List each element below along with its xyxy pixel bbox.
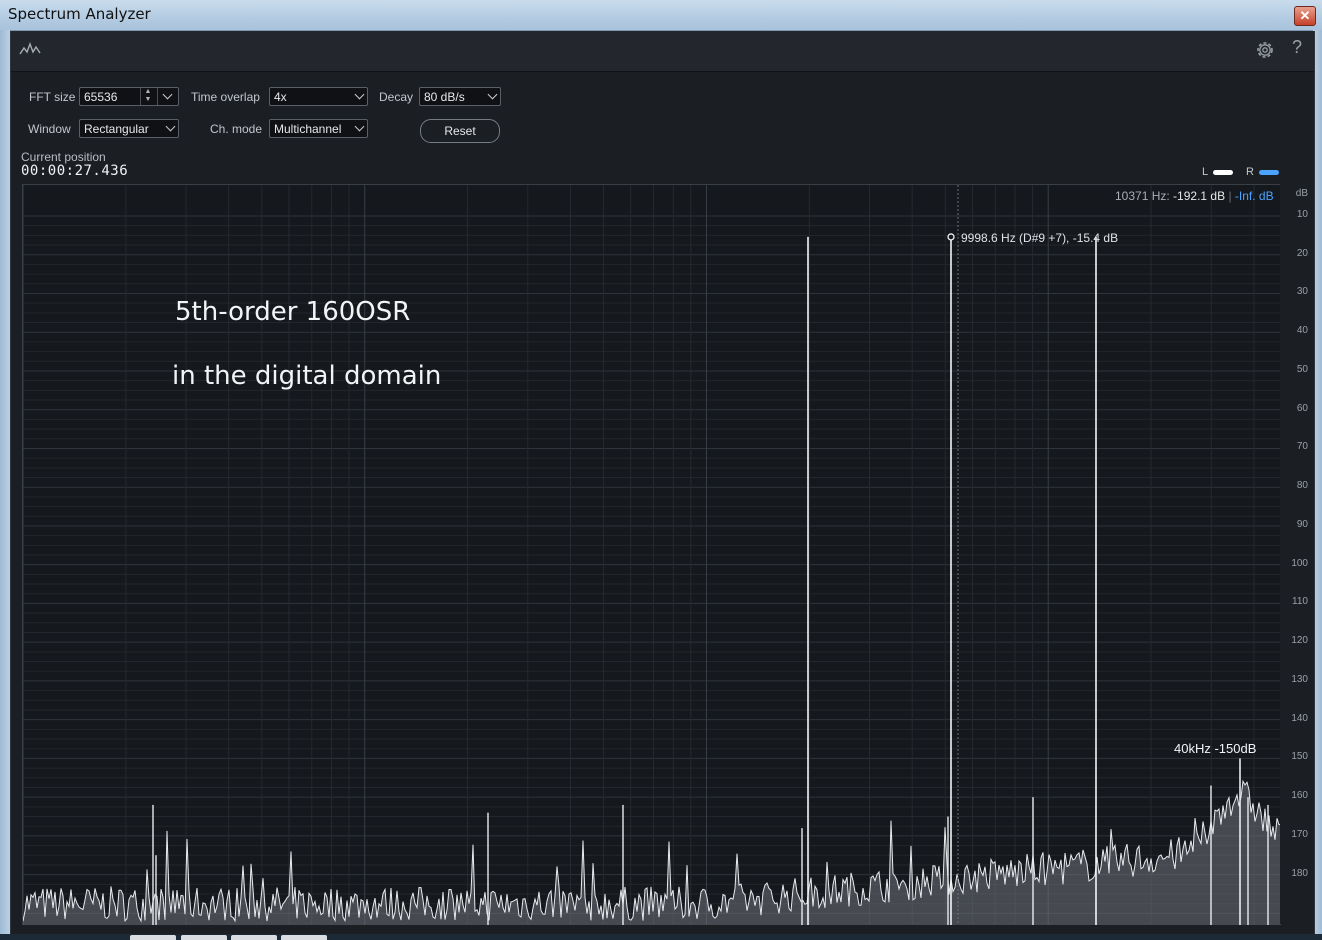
decay-value: 80 dB/s <box>424 90 465 104</box>
peak-marker <box>947 233 955 241</box>
window-title: Spectrum Analyzer <box>8 5 151 23</box>
readout-freq: 10371 Hz: <box>1115 189 1170 203</box>
db-tick-label: 150 <box>1291 751 1308 763</box>
chevron-down-icon[interactable] <box>157 88 178 105</box>
chevron-down-icon <box>354 121 365 132</box>
ch-mode-select[interactable]: Multichannel <box>269 119 368 138</box>
decay-select[interactable]: 80 dB/s <box>419 87 501 106</box>
chevron-down-icon <box>354 89 365 100</box>
fft-size-value: 65536 <box>84 90 118 104</box>
chevron-down-icon <box>165 121 176 132</box>
db-tick-label: 60 <box>1296 402 1308 414</box>
current-position-label: Current position <box>21 150 106 164</box>
spectrum-canvas <box>23 185 1281 925</box>
time-overlap-value: 4x <box>274 90 287 104</box>
db-tick-label: 10 <box>1296 208 1308 220</box>
db-tick-label: 110 <box>1292 596 1308 608</box>
window-select[interactable]: Rectangular <box>79 119 179 138</box>
db-tick-label: 180 <box>1291 867 1308 879</box>
legend-left-label: L <box>1202 166 1209 178</box>
window-label: Window <box>28 122 71 136</box>
window-value: Rectangular <box>84 122 149 136</box>
db-tick-label: 160 <box>1291 790 1308 802</box>
ch-mode-label: Ch. mode <box>210 122 263 136</box>
db-tick-label: 50 <box>1296 363 1308 375</box>
analyzer-panel: ? FFT size 65536 ▲ ▼ Time overlap 4x Deca… <box>10 31 1315 934</box>
db-tick-label: 120 <box>1291 635 1308 647</box>
db-tick-label: 40 <box>1296 325 1308 337</box>
peak-annotation: 9998.6 Hz (D#9 +7), -15.4 dB <box>961 231 1119 245</box>
decay-label: Decay <box>379 90 414 104</box>
db-axis: dB 10 20 30 40 50 60 70 80 90 100 110 120 130 140 150 1… <box>1280 184 1314 924</box>
legend-right-swatch[interactable] <box>1259 170 1279 175</box>
current-position-value: 00:00:27.436 <box>21 163 129 179</box>
db-tick-label: 70 <box>1296 441 1308 453</box>
chevron-down-icon <box>487 89 498 100</box>
help-icon[interactable]: ? <box>1292 37 1302 58</box>
reset-button[interactable]: Reset <box>420 119 500 143</box>
db-tick-label: 20 <box>1296 247 1308 259</box>
window-frame-left <box>0 30 10 940</box>
taskbar-button[interactable] <box>231 935 277 940</box>
taskbar-button[interactable] <box>181 935 227 940</box>
time-overlap-label: Time overlap <box>191 90 260 104</box>
annotation-40khz: 40kHz -150dB <box>1174 741 1257 756</box>
top-toolbar: ? <box>11 31 1314 72</box>
readout-left-db: -192.1 dB <box>1173 189 1226 203</box>
time-overlap-select[interactable]: 4x <box>269 87 368 106</box>
spectrum-plot[interactable] <box>22 184 1281 925</box>
db-tick-label: 130 <box>1291 673 1308 685</box>
db-axis-unit: dB <box>1295 188 1308 199</box>
db-tick-label: 100 <box>1291 557 1308 569</box>
fft-size-stepper[interactable]: ▲ ▼ <box>140 88 155 105</box>
readout-right-db: -Inf. dB <box>1234 189 1274 203</box>
spectrum-logo-icon <box>19 42 41 55</box>
legend-left-swatch[interactable] <box>1213 170 1233 175</box>
taskbar-button[interactable] <box>281 935 327 940</box>
fft-size-field[interactable]: 65536 ▲ ▼ <box>79 87 179 106</box>
db-tick-label: 30 <box>1296 286 1308 298</box>
db-tick-label: 90 <box>1296 518 1308 530</box>
gear-icon[interactable] <box>1254 39 1276 61</box>
window-titlebar: Spectrum Analyzer ✕ <box>0 0 1322 31</box>
db-tick-label: 80 <box>1296 480 1308 492</box>
legend-right-label: R <box>1246 166 1254 178</box>
close-button[interactable]: ✕ <box>1294 6 1316 26</box>
readout-separator: | <box>1228 189 1232 203</box>
ch-mode-value: Multichannel <box>274 122 342 136</box>
db-tick-label: 140 <box>1291 712 1308 724</box>
overlay-text-line2: in the digital domain <box>172 361 442 391</box>
taskbar-button[interactable] <box>130 935 176 940</box>
cursor-readout: 10371 Hz: -192.1 dB | -Inf. dB <box>1115 189 1274 203</box>
db-tick-label: 170 <box>1291 828 1308 840</box>
fft-size-label: FFT size <box>29 90 76 104</box>
overlay-text-line1: 5th-order 160OSR <box>175 297 411 327</box>
